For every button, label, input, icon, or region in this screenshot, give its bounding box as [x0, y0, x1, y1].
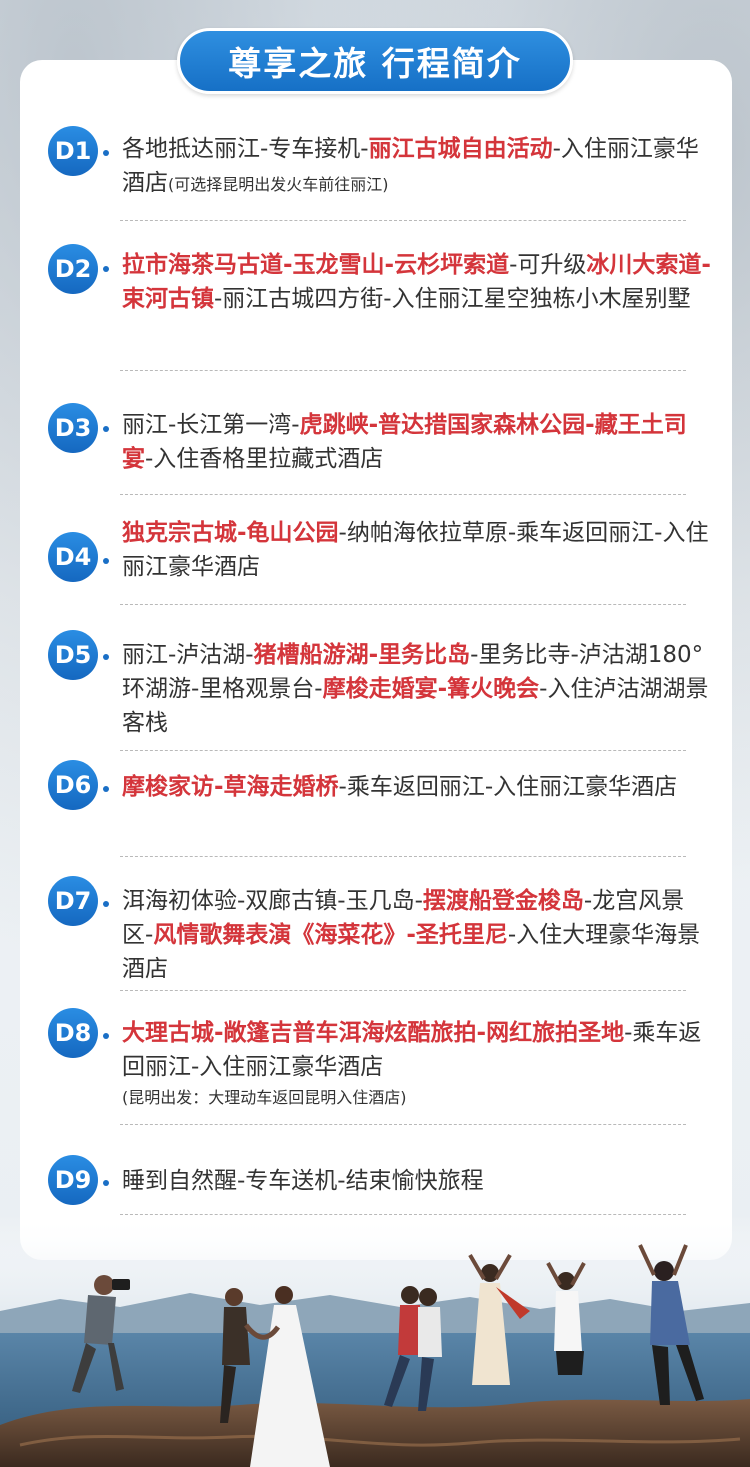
plain-text: -乘车返回丽江-入住丽江豪华酒店 — [338, 774, 678, 800]
highlight-text: 猪槽船游湖-里务比岛 — [253, 642, 471, 668]
page-title: 尊享之旅 行程简介 — [177, 28, 573, 94]
day-badge: D8 — [48, 1008, 98, 1058]
highlight-text: 摩梭家访-草海走婚桥 — [122, 774, 339, 800]
divider — [120, 604, 686, 605]
bullet-icon — [103, 786, 109, 792]
divider — [120, 1124, 686, 1125]
divider — [120, 990, 686, 991]
day-description: 摩梭家访-草海走婚桥-乘车返回丽江-入住丽江豪华酒店 — [122, 770, 712, 804]
plain-text: 睡到自然醒-专车送机-结束愉快旅程 — [122, 1168, 484, 1194]
day-description: 拉市海茶马古道-玉龙雪山-云杉坪索道-可升级冰川大索道-束河古镇-丽江古城四方街… — [122, 248, 712, 316]
divider — [120, 494, 686, 495]
highlight-text: 丽江古城自由活动 — [368, 136, 553, 162]
footnote: (昆明出发：大理动车返回昆明入住酒店) — [122, 1088, 407, 1107]
day-badge: D7 — [48, 876, 98, 926]
day-badge: D9 — [48, 1155, 98, 1205]
plain-text: -可升级 — [509, 252, 587, 278]
bullet-icon — [103, 426, 109, 432]
highlight-text: 拉市海茶马古道-玉龙雪山-云杉坪索道 — [122, 252, 510, 278]
day-badge: D3 — [48, 403, 98, 453]
highlight-text: 风情歌舞表演《海菜花》-圣托里尼 — [153, 922, 508, 948]
highlight-text: 摩梭走婚宴-篝火晚会 — [322, 676, 540, 702]
day-description: 大理古城-敞篷吉普车洱海炫酷旅拍-网红旅拍圣地-乘车返回丽江-入住丽江豪华酒店(… — [122, 1016, 712, 1112]
day-badge: D4 — [48, 532, 98, 582]
travel-photo — [0, 1215, 750, 1467]
day-description: 丽江-泸沽湖-猪槽船游湖-里务比岛-里务比寺-泸沽湖180°环湖游-里格观景台-… — [122, 638, 712, 740]
bullet-icon — [103, 1033, 109, 1039]
day-badge: D1 — [48, 126, 98, 176]
plain-text: -入住香格里拉藏式酒店 — [145, 446, 384, 472]
day-description: 独克宗古城-龟山公园-纳帕海依拉草原-乘车返回丽江-入住丽江豪华酒店 — [122, 516, 712, 584]
day-description: 丽江-长江第一湾-虎跳峡-普达措国家森林公园-藏王土司宴-入住香格里拉藏式酒店 — [122, 408, 712, 476]
bullet-icon — [103, 901, 109, 907]
highlight-text: 大理古城-敞篷吉普车洱海炫酷旅拍-网红旅拍圣地 — [122, 1020, 625, 1046]
plain-text: 丽江-泸沽湖- — [122, 642, 254, 668]
day-badge: D2 — [48, 244, 98, 294]
bullet-icon — [103, 558, 109, 564]
bullet-icon — [103, 266, 109, 272]
inline-note: (可选择昆明出发火车前往丽江) — [168, 175, 389, 194]
day-description: 洱海初体验-双廊古镇-玉几岛-摆渡船登金梭岛-龙宫风景区-风情歌舞表演《海菜花》… — [122, 884, 712, 986]
divider — [120, 750, 686, 751]
plain-text: 丽江-长江第一湾- — [122, 412, 300, 438]
plain-text: -丽江古城四方街-入住丽江星空独栋小木屋别墅 — [214, 286, 691, 312]
highlight-text: 独克宗古城-龟山公园 — [122, 520, 339, 546]
day-description: 睡到自然醒-专车送机-结束愉快旅程 — [122, 1164, 712, 1198]
day-badge: D6 — [48, 760, 98, 810]
divider — [120, 220, 686, 221]
bullet-icon — [103, 1180, 109, 1186]
bullet-icon — [103, 150, 109, 156]
day-badge: D5 — [48, 630, 98, 680]
day-description: 各地抵达丽江-专车接机-丽江古城自由活动-入住丽江豪华酒店(可选择昆明出发火车前… — [122, 132, 712, 202]
plain-text: 洱海初体验-双廊古镇-玉几岛- — [122, 888, 423, 914]
divider — [120, 370, 686, 371]
divider — [120, 856, 686, 857]
bullet-icon — [103, 654, 109, 660]
plain-text: 各地抵达丽江-专车接机- — [122, 136, 369, 162]
highlight-text: 摆渡船登金梭岛 — [422, 888, 584, 914]
